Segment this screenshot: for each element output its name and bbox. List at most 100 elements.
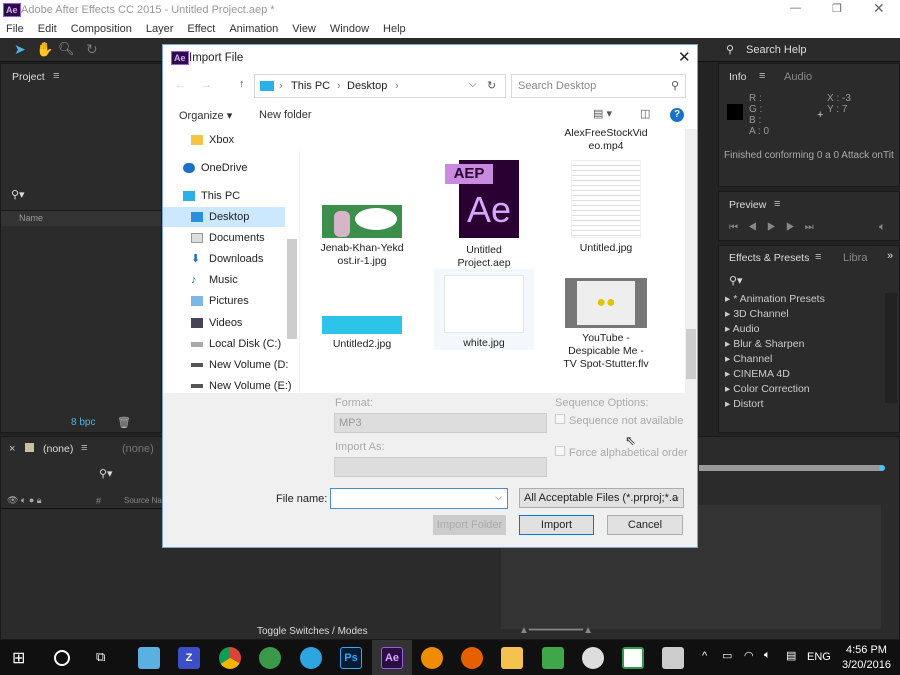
task-view-button[interactable]: ⧉ <box>96 649 105 665</box>
taskbar-app-icon[interactable] <box>542 647 564 669</box>
close-button[interactable]: ✕ <box>873 0 885 17</box>
taskbar-app-icon[interactable] <box>421 647 443 669</box>
file-list-scrollbar[interactable] <box>685 129 697 393</box>
dialog-close-button[interactable]: ✕ <box>678 48 691 66</box>
back-button[interactable]: ← <box>175 79 186 91</box>
wifi-icon[interactable]: ◠ <box>744 649 754 662</box>
effect-category[interactable]: ▸ 3D Channel <box>725 308 885 323</box>
zoom-tool-icon[interactable]: 🔍︎ <box>58 41 75 57</box>
minimize-button[interactable]: — <box>790 2 801 14</box>
organize-button[interactable]: Organize ▾ <box>179 109 232 122</box>
search-icon[interactable]: ⚲▾ <box>729 274 743 287</box>
taskbar-app-icon[interactable] <box>259 647 281 669</box>
taskbar-app-icon[interactable] <box>582 647 604 669</box>
nav-this-pc[interactable]: This PC <box>183 186 299 206</box>
breadcrumb-desktop[interactable]: Desktop <box>347 80 387 92</box>
more-panels-icon[interactable]: » <box>887 250 893 262</box>
after-effects-taskbar-button[interactable]: Ae <box>372 640 412 675</box>
effect-category[interactable]: ▸ Blur & Sharpen <box>725 338 885 353</box>
cancel-button[interactable]: Cancel <box>607 515 683 535</box>
effect-category[interactable]: ▸ Distort <box>725 398 885 413</box>
timeline-comp-tab[interactable]: (none) <box>43 443 73 455</box>
effect-category[interactable]: ▸ Color Correction <box>725 383 885 398</box>
file-item[interactable]: AEP Ae Untitled Project.aep <box>434 160 534 270</box>
nav-downloads[interactable]: ⬇ Downloads <box>191 249 299 269</box>
start-button[interactable]: ⊞ <box>12 648 25 668</box>
work-area-bar[interactable] <box>699 465 881 471</box>
firefox-icon[interactable] <box>461 647 483 669</box>
clock-date[interactable]: 3/20/2016 <box>842 659 891 671</box>
action-center-icon[interactable]: ▤ <box>786 649 796 662</box>
hand-tool-icon[interactable]: ✋ <box>36 41 53 58</box>
photoshop-icon[interactable]: Ps <box>340 647 362 669</box>
nav-pictures[interactable]: Pictures <box>191 291 299 311</box>
nav-music[interactable]: ♪ Music <box>191 270 299 290</box>
search-help-icon[interactable]: ⚲ <box>726 43 734 56</box>
effect-category[interactable]: ▸ Channel <box>725 353 885 368</box>
forward-button[interactable]: → <box>201 79 212 91</box>
taskbar-app-icon[interactable] <box>138 647 160 669</box>
effect-category[interactable]: ▸ * Animation Presets <box>725 293 885 308</box>
audio-tab[interactable]: Audio <box>784 71 812 83</box>
menu-help[interactable]: Help <box>383 23 406 35</box>
help-icon[interactable]: ? <box>670 108 684 122</box>
toggle-switches-modes[interactable]: Toggle Switches / Modes <box>257 626 368 637</box>
taskbar-app-icon[interactable]: Z <box>178 647 200 669</box>
panel-menu-icon[interactable]: ≡ <box>774 198 780 210</box>
nav-desktop[interactable]: Desktop <box>163 207 285 227</box>
refresh-icon[interactable]: ↻ <box>487 79 496 92</box>
av-switch-icons[interactable]: 👁︎ 🔈︎ ● 🔒︎ <box>7 495 42 506</box>
menu-edit[interactable]: Edit <box>38 23 57 35</box>
project-panel-title[interactable]: Project <box>12 71 45 83</box>
nav-scrollbar[interactable] <box>287 239 297 339</box>
nav-local-disk-c[interactable]: Local Disk (C:) <box>191 334 299 354</box>
nav-videos[interactable]: Videos <box>191 313 299 333</box>
effect-category[interactable]: ▸ CINEMA 4D <box>725 368 885 383</box>
zoom-slider[interactable]: ▲━━━━━━━━━▲ <box>519 625 593 636</box>
battery-icon[interactable]: ▭ <box>722 649 732 662</box>
playback-controls[interactable]: ⏮◀▶▶⏭ <box>729 222 824 233</box>
close-tab-icon[interactable]: × <box>9 443 15 455</box>
file-item[interactable]: Jenab-Khan-Yekdost.ir-1.jpg <box>312 205 412 268</box>
search-input[interactable]: Search Desktop ⚲ <box>511 74 686 98</box>
work-area-end-handle[interactable] <box>879 465 885 471</box>
bit-depth-button[interactable]: 8 bpc <box>71 417 95 428</box>
address-bar[interactable]: › This PC › Desktop › ⌵ ↻ <box>254 74 506 98</box>
menu-layer[interactable]: Layer <box>146 23 174 35</box>
address-dropdown-icon[interactable]: ⌵ <box>469 79 477 90</box>
chrome-icon[interactable] <box>219 647 241 669</box>
import-button[interactable]: Import <box>519 515 594 535</box>
name-column-header[interactable]: Name <box>19 213 43 223</box>
maximize-button[interactable]: ❐ <box>832 2 842 15</box>
panel-menu-icon[interactable]: ≡ <box>81 442 87 454</box>
effects-tab[interactable]: Effects & Presets <box>729 252 809 264</box>
preview-title[interactable]: Preview <box>729 199 766 211</box>
view-options-icon[interactable]: ▤ ▾ <box>593 107 612 120</box>
nav-new-volume-d[interactable]: New Volume (D: <box>191 355 299 375</box>
clock-time[interactable]: 4:56 PM <box>846 644 887 656</box>
menu-file[interactable]: File <box>6 23 24 35</box>
volume-icon[interactable]: 🔈︎ <box>764 649 771 662</box>
menu-composition[interactable]: Composition <box>71 23 132 35</box>
taskbar-app-icon[interactable] <box>662 647 684 669</box>
libraries-tab[interactable]: Libra <box>843 252 867 264</box>
info-tab[interactable]: Info <box>729 71 747 83</box>
search-icon[interactable]: ⚲▾ <box>99 467 113 480</box>
menu-effect[interactable]: Effect <box>187 23 215 35</box>
file-item[interactable]: Untitled.jpg <box>556 160 656 255</box>
timeline-comp-tab-2[interactable]: (none) <box>122 443 154 455</box>
menu-view[interactable]: View <box>292 23 316 35</box>
rotate-tool-icon[interactable]: ↻ <box>86 41 98 58</box>
file-item[interactable]: white.jpg <box>434 269 534 350</box>
mute-icon[interactable]: 🔈︎ <box>879 221 886 234</box>
file-item[interactable]: Untitled2.jpg <box>312 316 412 351</box>
cortana-button[interactable] <box>54 650 70 666</box>
language-indicator[interactable]: ENG <box>807 651 831 663</box>
taskbar-app-icon[interactable] <box>622 647 644 669</box>
nav-new-volume-e[interactable]: New Volume (E:) <box>191 376 299 393</box>
file-name-input[interactable]: ⌵ <box>330 488 508 509</box>
new-folder-button[interactable]: New folder <box>259 109 312 121</box>
selection-tool-icon[interactable]: ➤ <box>14 41 26 58</box>
nav-xbox[interactable]: Xbox <box>191 130 299 150</box>
breadcrumb-this-pc[interactable]: This PC <box>291 80 330 92</box>
